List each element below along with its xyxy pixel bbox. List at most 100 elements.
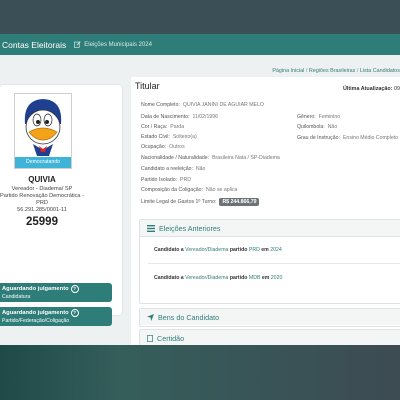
limit-badge: R$ 244.866,79 xyxy=(219,198,260,206)
election-selector[interactable]: Eleições Municipais 2024 xyxy=(74,41,152,48)
field-data-nascimento: Data de Nascimento: 11/02/1996 xyxy=(141,114,218,120)
field-label: Data de Nascimento: xyxy=(141,114,190,120)
bens-panel[interactable]: Bens do Candidato xyxy=(139,308,400,327)
field-value: Não xyxy=(327,124,338,130)
row-divider xyxy=(148,263,400,264)
eleicao-party: MDB xyxy=(248,275,262,281)
status-button-candidatura[interactable]: Aguardando julgamento ? Candidatura xyxy=(0,283,112,302)
eleicao-role: Vereador/Diadema xyxy=(185,247,230,253)
breadcrumb-regioes[interactable]: Regiões Brasileiras xyxy=(309,68,355,74)
bens-header[interactable]: Bens do Candidato xyxy=(140,309,400,325)
field-value: PRD xyxy=(180,177,191,183)
field-value: Feminino xyxy=(318,114,341,120)
eleicao-year: 2020 xyxy=(270,275,283,281)
candidate-party-line: Partido Renovação Democrática - PRD xyxy=(0,193,84,206)
candidate-role: Vereador - Diadema/ SP Partido Renovação… xyxy=(0,186,84,214)
candidate-cnpj-line: 56.291.285/0001-11 xyxy=(17,207,67,213)
help-icon[interactable]: ? xyxy=(70,285,79,293)
breadcrumb-home[interactable]: Página Inicial xyxy=(272,68,304,74)
certidao-title: Certidão xyxy=(157,333,185,343)
field-value: Solteiro(a) xyxy=(172,134,197,140)
field-ocupacao: Ocupação: Outros xyxy=(141,144,185,150)
status-title: Aguardando julgamento ? xyxy=(2,309,79,317)
status-title-text: Aguardando julgamento xyxy=(2,286,69,292)
candidate-photo: Democratando xyxy=(14,93,72,169)
eleicao-party: PRD xyxy=(248,247,262,253)
candidate-details: Titular Última Atualização: 09 Nome Comp… xyxy=(131,77,400,345)
status-title: Aguardando julgamento ? xyxy=(2,285,79,293)
last-update-label: Última Atualização: xyxy=(342,86,393,92)
field-label: Composição da Coligação: xyxy=(141,187,203,193)
cartoon-duck-image xyxy=(15,94,71,157)
field-label: Gênero: xyxy=(297,114,316,120)
page-content: Página Inicial / Regiões Brasileiras / L… xyxy=(0,55,400,345)
candidate-role-line: Vereador - Diadema/ SP xyxy=(11,186,73,192)
certidao-header[interactable]: Certidão xyxy=(140,330,400,345)
list-icon xyxy=(147,224,155,232)
eleicoes-anteriores-header[interactable]: Eleições Anteriores xyxy=(140,220,400,237)
top-navbar: Contas Eleitorais Eleições Municipais 20… xyxy=(0,34,400,55)
field-value: Não xyxy=(195,166,206,172)
election-label: Eleições Municipais 2024 xyxy=(84,41,152,48)
candidate-number: 25999 xyxy=(26,216,58,228)
field-genero: Gênero: Feminino xyxy=(297,114,340,120)
field-nacionalidade: Nacionalidade / Naturalidade: Brasileira … xyxy=(141,155,280,161)
breadcrumb: Página Inicial / Regiões Brasileiras / L… xyxy=(272,68,400,74)
field-value: Parda xyxy=(170,124,185,130)
bens-title: Bens do Candidato xyxy=(158,312,220,322)
eleicao-prefix: Candidato a xyxy=(154,247,186,253)
eleicoes-anteriores-panel: Eleições Anteriores Candidato a Vereador… xyxy=(139,219,400,304)
last-update-value: 09 xyxy=(394,86,400,92)
field-limite-gastos: Limite Legal de Gastos 1º Turno: R$ 244.8… xyxy=(141,198,260,206)
field-value: QUIVIA JANINI DE AGUIAR MELO xyxy=(182,102,264,108)
eleicao-row[interactable]: Candidato a Vereador/Diadema partido MDB… xyxy=(154,275,282,281)
field-label: Grau de Instrução: xyxy=(297,135,340,141)
field-label: Partido Isolado: xyxy=(141,177,178,183)
candidate-card: Democratando QUIVIA Vereador - Diadema/ … xyxy=(0,85,122,326)
eleicao-prefix: Candidato a xyxy=(154,275,186,281)
edit-icon xyxy=(74,41,81,48)
status-button-partido[interactable]: Aguardando julgamento ? Partido/Federaçã… xyxy=(0,307,112,326)
field-cor-raca: Cor / Raça: Parda xyxy=(141,124,184,130)
field-label: Nome Completo: xyxy=(141,102,180,108)
field-nome-completo: Nome Completo: QUIVIA JANINI DE AGUIAR ME… xyxy=(141,102,264,108)
background-shade xyxy=(0,345,400,400)
section-title: Titular xyxy=(135,81,160,91)
field-value: Brasileira Nata / SP-Diadema xyxy=(212,155,280,161)
field-value: Não se aplica xyxy=(206,187,238,193)
eleicao-year-word: em xyxy=(261,275,271,281)
certidao-panel[interactable]: Certidão xyxy=(139,329,400,345)
eleicao-year: 2024 xyxy=(270,247,282,253)
status-subtitle: Candidatura xyxy=(2,294,31,300)
eleicao-row[interactable]: Candidato a Vereador/Diadema partido PRD… xyxy=(154,247,282,253)
eleicao-party-word: partido xyxy=(229,247,249,253)
candidate-name: QUIVIA xyxy=(28,175,56,184)
field-partido-isolado: Partido Isolado: PRD xyxy=(141,177,191,183)
field-estado-civil: Estado Civil: Solteiro(a) xyxy=(141,134,197,140)
field-label: Ocupação: xyxy=(141,144,167,150)
eleicoes-anteriores-title: Eleições Anteriores xyxy=(159,223,221,233)
send-icon xyxy=(147,313,154,321)
field-label: Limite Legal de Gastos 1º Turno: xyxy=(141,199,217,205)
breadcrumb-lista[interactable]: Lista Candidatos xyxy=(360,68,400,74)
status-title-text: Aguardando julgamento xyxy=(2,310,69,316)
eleicao-party-word: partido xyxy=(229,275,249,281)
field-label: Candidato a reeleição: xyxy=(141,166,193,172)
field-quilombola: Quilombola: Não xyxy=(297,124,337,130)
app-title[interactable]: Contas Eleitorais xyxy=(2,40,66,50)
field-label: Nacionalidade / Naturalidade: xyxy=(141,155,210,161)
field-label: Cor / Raça: xyxy=(141,124,168,130)
eleicao-role: Vereador/Diadema xyxy=(185,275,230,281)
status-subtitle: Partido/Federação/Coligação xyxy=(2,318,70,324)
field-label: Quilombola: xyxy=(297,124,325,130)
help-icon[interactable]: ? xyxy=(70,309,79,317)
last-update: Última Atualização: 09 xyxy=(343,86,400,92)
field-value: Ensino Médio Completo xyxy=(342,135,399,141)
photo-band-label: Democratando xyxy=(15,157,71,168)
field-value: 11/02/1996 xyxy=(192,114,219,120)
field-grau-instrucao: Grau de Instrução: Ensino Médio Completo xyxy=(297,135,398,141)
field-label: Estado Civil: xyxy=(141,134,170,140)
field-composicao: Composição da Coligação: Não se aplica xyxy=(141,187,237,193)
field-value: Outros xyxy=(169,144,185,150)
eleicao-year-word: em xyxy=(261,247,271,253)
